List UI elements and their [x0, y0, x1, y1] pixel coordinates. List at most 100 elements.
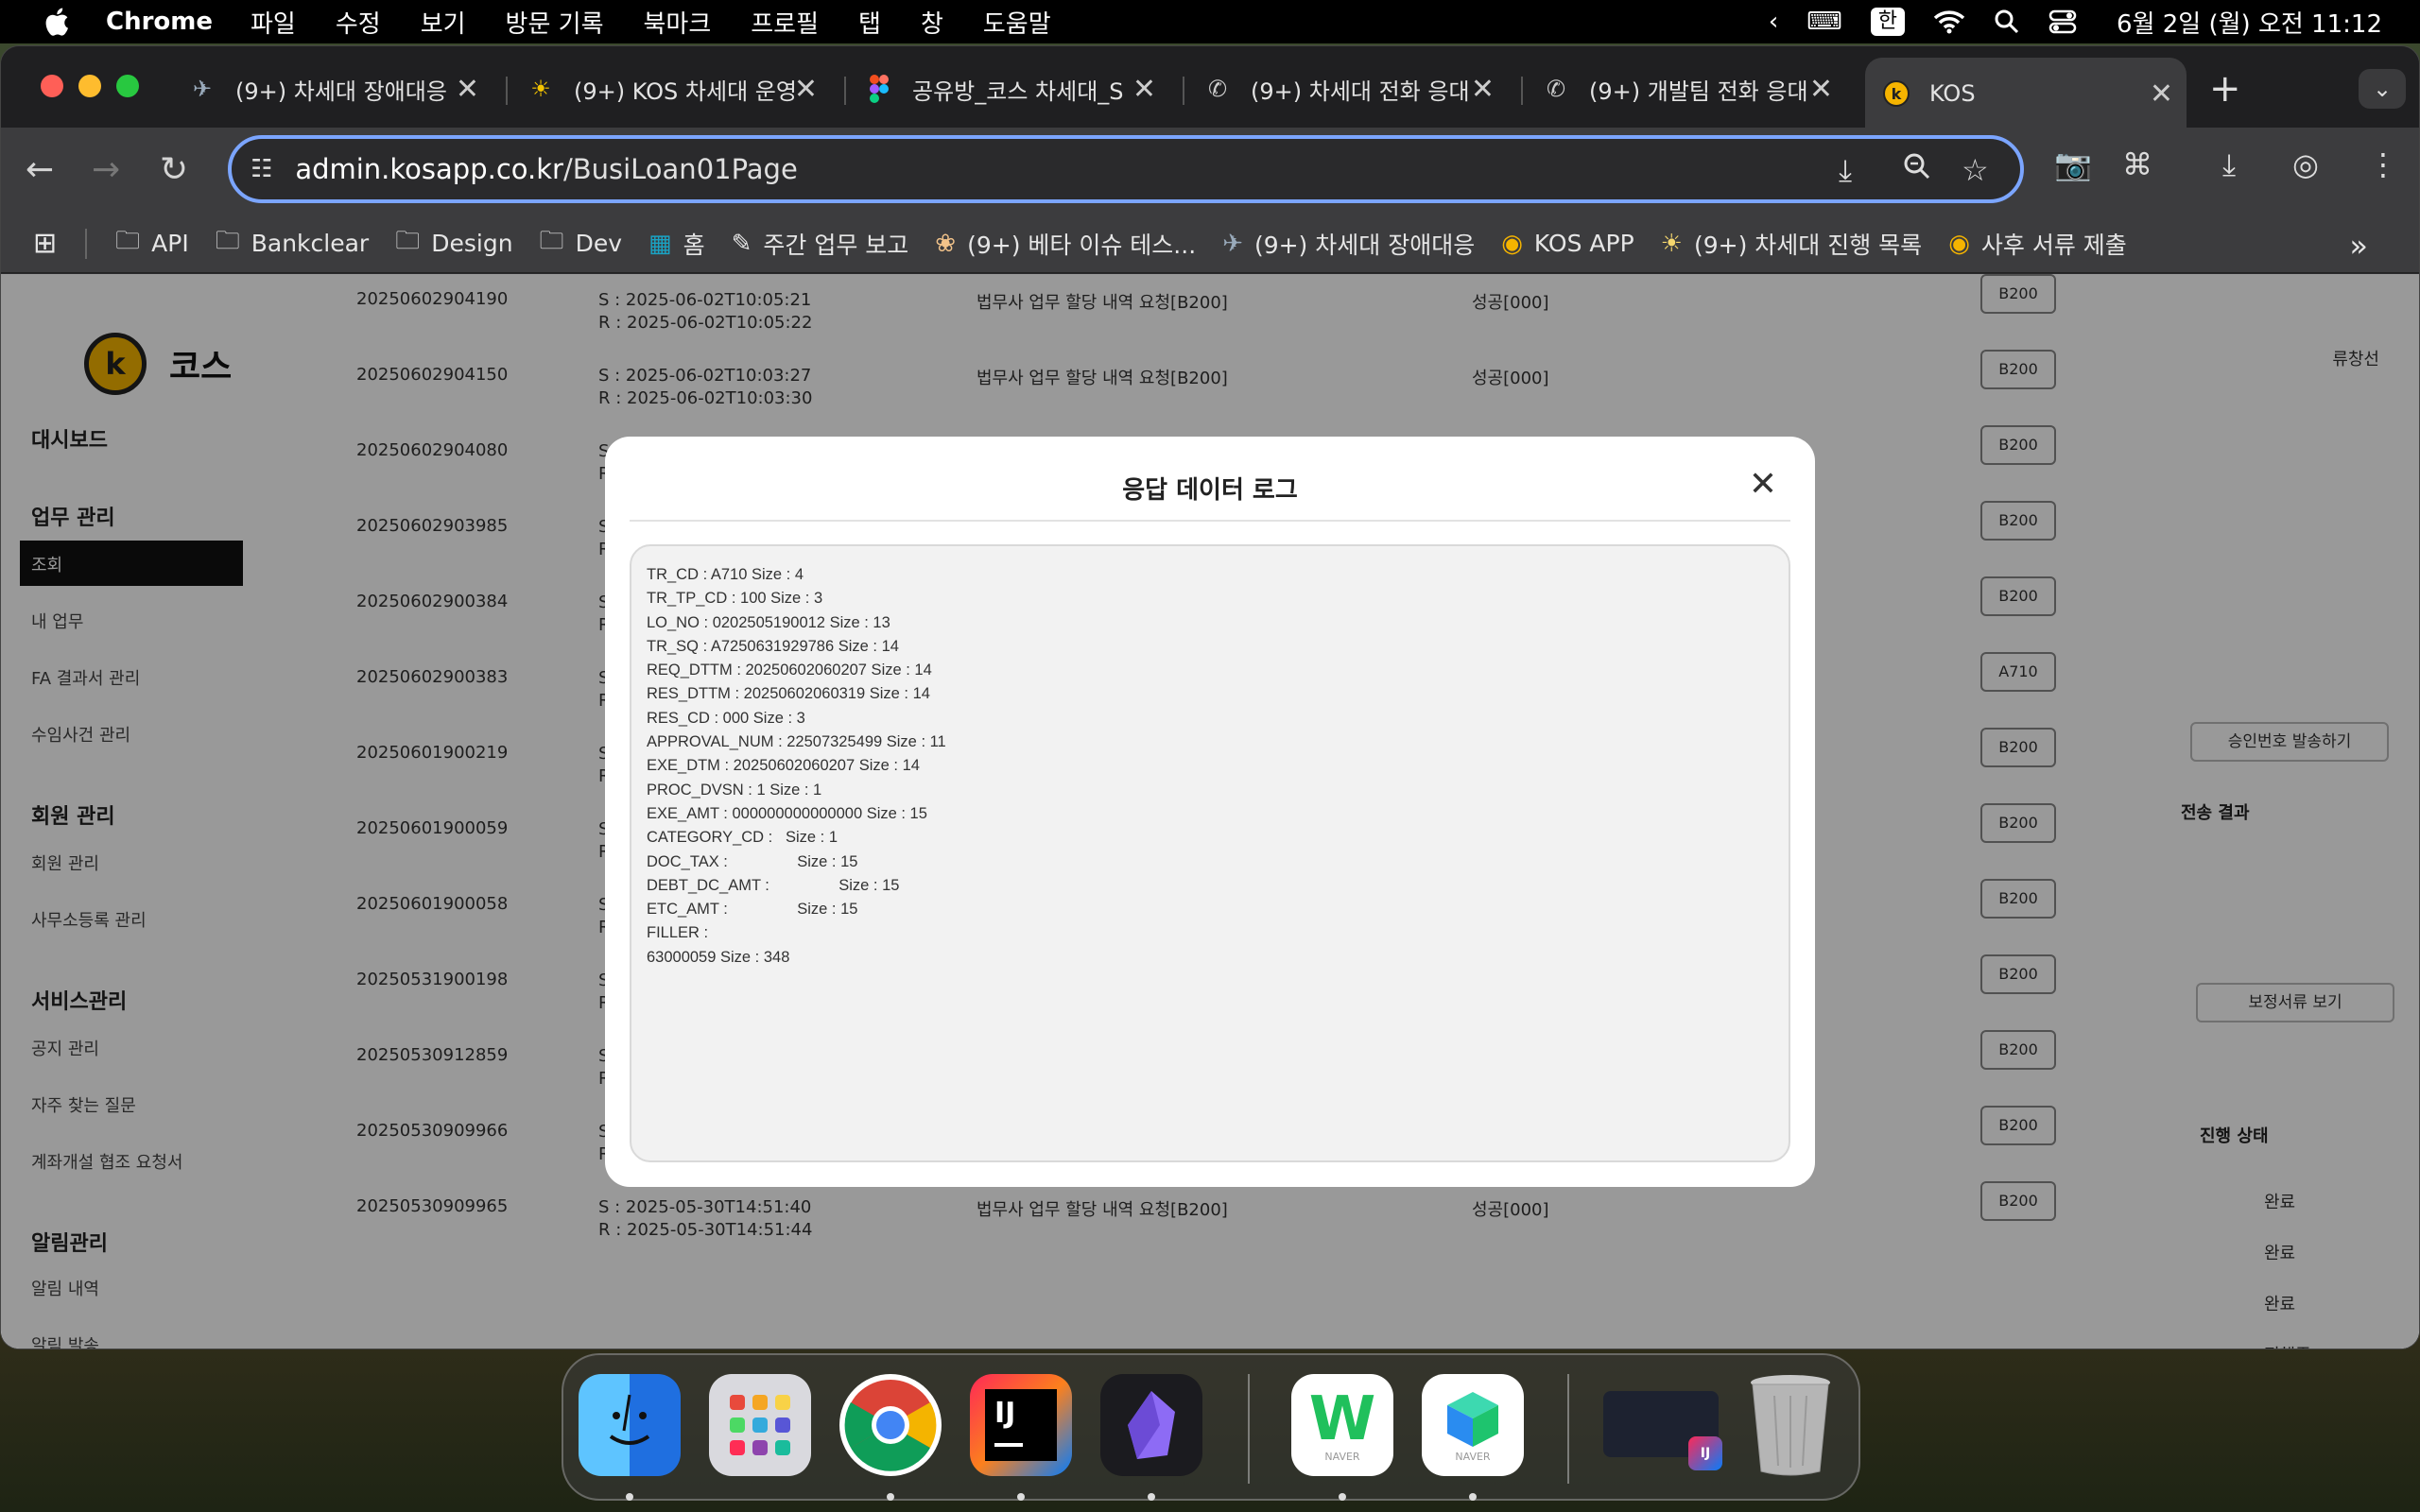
bookmark-dev[interactable]: 🗀 Dev	[540, 223, 622, 265]
log-line: REQ_DTTM : 20250602060207 Size : 14	[647, 662, 932, 679]
bookmark-label: Bankclear	[251, 230, 370, 257]
tab-phone-dev[interactable]: ✆ (9+) 개발팀 전화 응대 ✕	[1525, 56, 1846, 122]
obsidian-icon[interactable]	[1100, 1374, 1202, 1476]
site-settings-icon[interactable]: ☷	[251, 155, 272, 183]
bookmark-kos-app[interactable]: ◉ KOS APP	[1501, 230, 1634, 258]
close-icon[interactable]: ✕	[1471, 73, 1495, 106]
search-icon[interactable]	[1994, 9, 2020, 35]
folder-icon: 🗀	[115, 226, 141, 255]
tab-search-button[interactable]: ⌄	[2359, 69, 2406, 109]
running-indicator	[1339, 1493, 1346, 1501]
forward-button[interactable]: →	[92, 150, 120, 189]
kos-icon: ◉	[1501, 229, 1523, 258]
chevron-left-icon[interactable]: ‹	[1769, 8, 1778, 36]
menu-help[interactable]: 도움말	[983, 5, 1051, 40]
intellij-window-thumbnail[interactable]: IJ	[1603, 1391, 1722, 1470]
menu-app-name[interactable]: Chrome	[106, 8, 213, 36]
log-line: RES_DTTM : 20250602060319 Size : 14	[647, 685, 930, 703]
tab-label: (9+) 차세대 전화 응대	[1251, 77, 1470, 105]
menu-bookmarks[interactable]: 북마크	[644, 5, 712, 40]
running-indicator	[887, 1493, 894, 1501]
finder-icon[interactable]	[579, 1374, 681, 1476]
tab-incident[interactable]: ✈ (9+) 차세대 장애대응 ✕	[171, 56, 493, 122]
apps-grid-icon[interactable]: ⊞	[33, 227, 57, 260]
more-bookmarks-icon[interactable]: »	[2349, 228, 2368, 264]
bookmark-home[interactable]: ▦ 홈	[648, 227, 705, 261]
download-icon[interactable]: ⤓	[2222, 146, 2236, 183]
close-icon[interactable]: ✕	[794, 73, 818, 106]
more-menu-icon[interactable]: ⋮	[2368, 146, 2398, 182]
trash-icon[interactable]	[1739, 1374, 1841, 1476]
chrome-icon[interactable]	[839, 1374, 942, 1476]
tab-phone-ops[interactable]: ✆ (9+) 차세대 전화 응대 ✕	[1186, 56, 1508, 122]
home-icon: ▦	[648, 229, 672, 258]
close-window-button[interactable]	[41, 75, 63, 97]
close-icon[interactable]: ✕	[1809, 73, 1833, 106]
back-button[interactable]: ←	[26, 150, 54, 189]
log-line: CATEGORY_CD : Size : 1	[647, 829, 838, 847]
bookmark-incident[interactable]: ✈ (9+) 차세대 장애대응	[1222, 227, 1475, 261]
naver-works-icon[interactable]: W NAVER	[1291, 1374, 1393, 1476]
address-url[interactable]: admin.kosapp.co.kr/BusiLoan01Page	[295, 153, 797, 185]
tab-kos-active[interactable]: k KOS ✕	[1865, 58, 2187, 129]
tab-figma[interactable]: 공유방_코스 차세대_S ✕	[848, 56, 1169, 122]
apple-icon[interactable]	[34, 6, 78, 38]
dock-separator	[1248, 1374, 1250, 1484]
bookmark-label: Design	[431, 230, 513, 257]
menu-edit[interactable]: 수정	[336, 5, 381, 40]
screenshot-icon[interactable]: 📷	[2054, 146, 2092, 182]
menu-profile[interactable]: 프로필	[751, 5, 819, 40]
bookmark-beta-issue[interactable]: ❀ (9+) 베타 이슈 테스...	[935, 227, 1196, 261]
tab-separator	[1183, 77, 1184, 105]
close-icon[interactable]: ✕	[1132, 73, 1156, 106]
zoom-icon[interactable]	[1903, 152, 1931, 188]
keyboard-icon[interactable]: ⌨	[1806, 8, 1842, 36]
launchpad-icon[interactable]	[709, 1374, 811, 1476]
intellij-icon[interactable]: IJ	[970, 1374, 1072, 1476]
menu-clock[interactable]: 6월 2일 (월) 오전 11:12	[2117, 5, 2382, 40]
close-icon[interactable]: ✕	[2150, 77, 2173, 111]
figma-icon	[865, 75, 893, 103]
naver-label: NAVER	[1324, 1450, 1360, 1463]
menu-view[interactable]: 보기	[421, 5, 466, 40]
extensions-icon[interactable]: ⌘	[2122, 146, 2152, 182]
bookmark-design[interactable]: 🗀 Design	[395, 223, 512, 265]
dock-separator	[1567, 1374, 1569, 1484]
pray-icon: ❀	[935, 229, 957, 258]
minimize-window-button[interactable]	[78, 75, 101, 97]
menu-history[interactable]: 방문 기록	[506, 5, 604, 40]
bookmark-label: 사후 서류 제출	[1980, 231, 2127, 259]
maximize-window-button[interactable]	[116, 75, 139, 97]
bookmark-progress-list[interactable]: ☀ (9+) 차세대 진행 목록	[1661, 227, 1923, 261]
tab-separator	[506, 77, 508, 105]
tab-kos-ops[interactable]: ☀ (9+) KOS 차세대 운영 ✕	[510, 56, 831, 122]
log-content-box[interactable]: TR_CD : A710 Size : 4 TR_TP_CD : 100 Size…	[630, 544, 1790, 1162]
close-icon[interactable]: ✕	[1749, 465, 1777, 504]
bookmark-api[interactable]: 🗀 API	[115, 223, 189, 265]
bookmark-post-docs[interactable]: ◉ 사후 서류 제출	[1948, 227, 2127, 261]
close-icon[interactable]: ✕	[456, 73, 479, 106]
tab-label: 공유방_코스 차세대_S	[912, 77, 1124, 105]
log-line: APPROVAL_NUM : 22507325499 Size : 11	[647, 733, 946, 751]
modal-title: 응답 데이터 로그	[1122, 476, 1298, 505]
install-app-icon[interactable]: ⤓	[1839, 152, 1852, 189]
profile-icon[interactable]: ◎	[2292, 146, 2319, 182]
bookmark-bankclear[interactable]: 🗀 Bankclear	[216, 223, 369, 265]
bookmark-weekly-report[interactable]: ✎ 주간 업무 보고	[732, 227, 909, 261]
input-method-indicator[interactable]: 한	[1870, 8, 1906, 36]
reload-button[interactable]: ↻	[160, 150, 188, 189]
tab-label: KOS	[1929, 80, 1976, 107]
menu-tab[interactable]: 탭	[858, 5, 881, 40]
menu-window[interactable]: 창	[921, 5, 943, 40]
phone-icon: ✆	[1207, 76, 1228, 102]
new-tab-button[interactable]: +	[2209, 67, 2241, 111]
naver-cube-icon[interactable]: NAVER	[1422, 1374, 1524, 1476]
wifi-icon[interactable]	[1933, 9, 1965, 34]
address-bar[interactable]: ☷ admin.kosapp.co.kr/BusiLoan01Page ⤓ ☆	[228, 135, 2024, 203]
control-center-icon[interactable]	[2048, 9, 2077, 34]
bookmark-star-icon[interactable]: ☆	[1962, 152, 1989, 188]
log-line: RES_CD : 000 Size : 3	[647, 709, 805, 727]
menu-file[interactable]: 파일	[251, 5, 296, 40]
bookmark-label: (9+) 차세대 진행 목록	[1693, 231, 1923, 259]
log-line: EXE_AMT : 000000000000000 Size : 15	[647, 804, 927, 822]
